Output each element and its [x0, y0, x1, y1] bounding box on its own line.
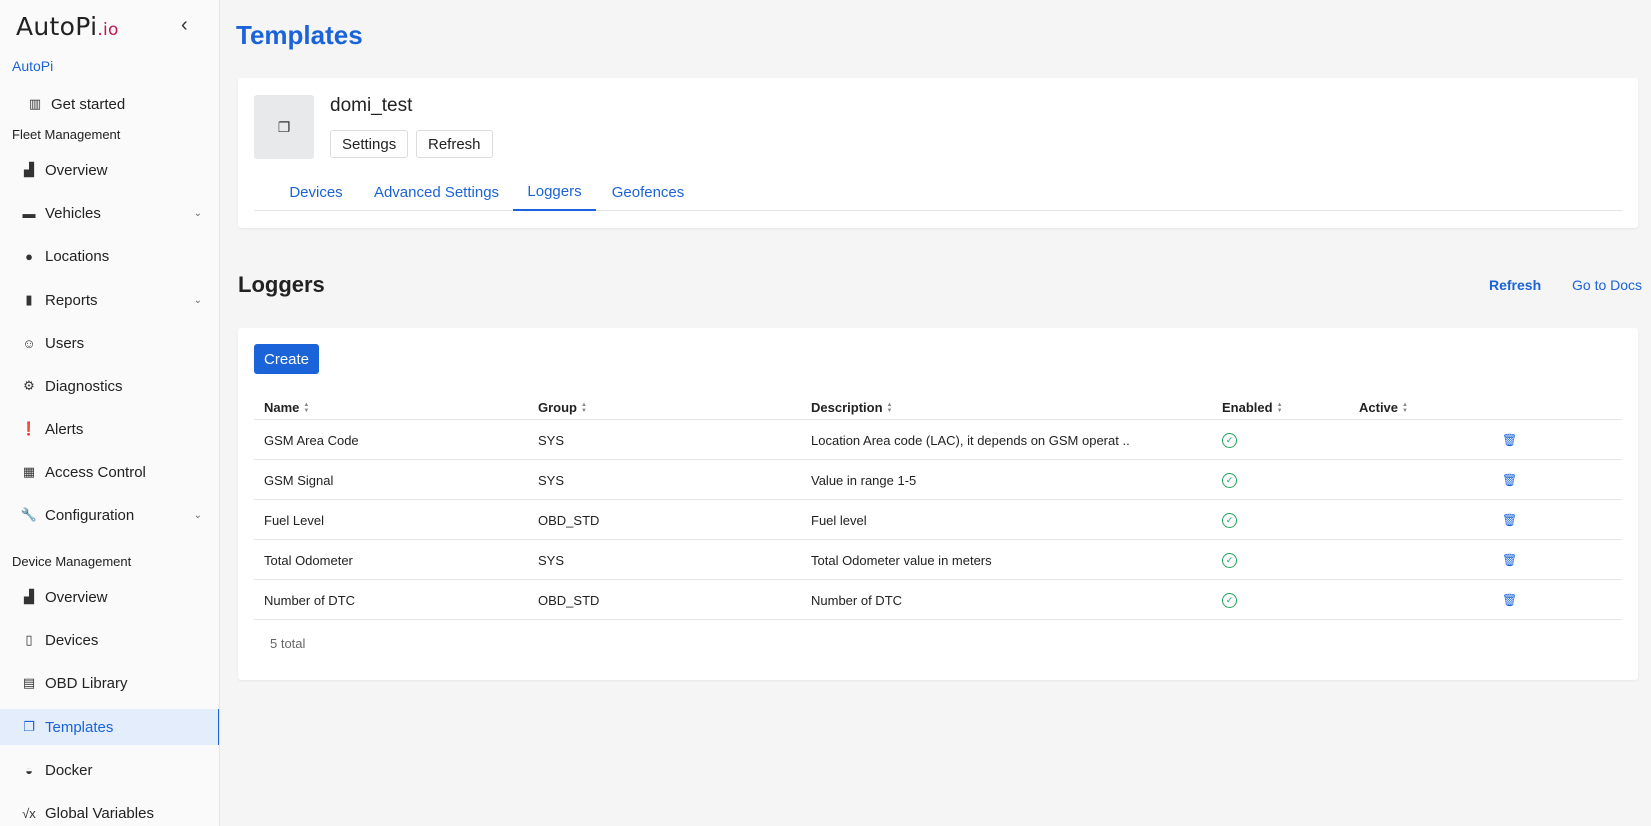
loggers-title: Loggers [238, 272, 325, 297]
sidebar-item-docker[interactable]: ◒ Docker [0, 752, 219, 788]
logger-name: GSM Area Code [264, 432, 359, 448]
table-row: GSM Area Code SYS Location Area code (LA… [254, 420, 1622, 460]
sidebar-item-obd-library[interactable]: ▤ OBD Library [0, 665, 219, 701]
sort-icon: ▲ ▼ [581, 401, 587, 414]
alert-icon: ❗ [20, 421, 38, 436]
column-header-active[interactable]: Active ▲ ▼ [1359, 400, 1408, 415]
docker-icon: ◒ [25, 762, 33, 778]
access-icon: ▦ [22, 464, 36, 479]
logger-name: Total Odometer [264, 552, 353, 568]
tab-devices[interactable]: Devices [276, 174, 356, 211]
logger-description: Value in range 1-5 [811, 472, 917, 488]
chevron-down-icon: ⌄ [193, 509, 202, 521]
sort-icon: ▲ ▼ [886, 401, 893, 414]
logger-group: SYS [538, 472, 565, 488]
table-row: Fuel Level OBD_STD Fuel level ✓ 🗑 [254, 500, 1622, 540]
chart-icon: ▟ [24, 589, 34, 604]
column-header-enabled[interactable]: Enabled ▲ ▼ [1222, 400, 1283, 415]
logger-description: Number of DTC [811, 592, 903, 608]
sidebar-item-configuration[interactable]: 🔧 Configuration ⌄ [0, 497, 219, 533]
sidebar-item-templates[interactable]: ❐ Templates [0, 709, 219, 745]
logo[interactable]: AutoPi.io [16, 12, 119, 41]
sidebar-item-device-overview[interactable]: ▟ Overview [0, 579, 219, 615]
tab-geofences[interactable]: Geofences [604, 174, 692, 211]
fleet-management-label: Fleet Management [12, 127, 121, 142]
variable-icon: √x [22, 805, 36, 821]
logger-group: SYS [538, 432, 565, 448]
loggers-card: Create Name ▲ ▼ Group ▲ ▼ Description ▲ ▼ Enab… [238, 328, 1638, 680]
settings-button[interactable]: Settings [330, 130, 409, 158]
sidebar-item-global-variables[interactable]: √x Global Variables [0, 795, 219, 826]
logger-name: Fuel Level [264, 512, 324, 528]
sidebar-item-locations[interactable]: ● Locations [0, 238, 219, 274]
chart-icon: ▟ [24, 162, 34, 177]
sort-icon: ▲ ▼ [1276, 401, 1283, 414]
logger-group: OBD_STD [538, 512, 600, 528]
tab-loggers[interactable]: Loggers [513, 174, 596, 211]
logger-name: Number of DTC [264, 592, 356, 608]
book-icon: ▤ [22, 675, 36, 690]
organization-link[interactable]: AutoPi [12, 58, 53, 74]
go-to-docs-link[interactable]: Go to Docs [1572, 277, 1642, 293]
chevron-down-icon: ⌄ [193, 294, 202, 306]
users-icon: ☺ [22, 335, 36, 351]
template-name: domi_test [330, 95, 413, 116]
sort-icon: ▲ ▼ [1402, 401, 1408, 414]
logger-group: OBD_STD [538, 592, 600, 608]
enabled-check-icon: ✓ [1222, 580, 1237, 620]
engine-icon: ⚙ [23, 378, 35, 393]
column-header-group[interactable]: Group ▲ ▼ [538, 400, 587, 415]
collapse-sidebar-icon[interactable]: ‹ [181, 14, 188, 37]
sidebar-item-get-started[interactable]: ▥ Get started [0, 86, 219, 122]
file-icon: ▮ [25, 292, 33, 307]
enabled-check-icon: ✓ [1222, 540, 1237, 580]
logger-description: Total Odometer value in meters [811, 552, 992, 568]
sidebar-item-diagnostics[interactable]: ⚙ Diagnostics [0, 368, 219, 404]
delete-icon[interactable]: 🗑 [1502, 500, 1517, 540]
delete-icon[interactable]: 🗑 [1502, 460, 1517, 500]
tab-advanced-settings[interactable]: Advanced Settings [364, 174, 509, 211]
page-title: Templates [236, 20, 363, 50]
total-count: 5 total [270, 636, 306, 651]
delete-icon[interactable]: 🗑 [1502, 540, 1517, 580]
refresh-template-button[interactable]: Refresh [416, 130, 493, 158]
templates-icon: ❐ [23, 719, 35, 734]
device-management-label: Device Management [12, 554, 132, 569]
sidebar-item-fleet-overview[interactable]: ▟ Overview [0, 152, 219, 188]
sidebar-item-vehicles[interactable]: ▬ Vehicles ⌄ [0, 195, 219, 231]
enabled-check-icon: ✓ [1222, 460, 1237, 500]
template-tabs: Devices Advanced Settings Loggers Geofen… [254, 174, 1622, 211]
table-row: Total Odometer SYS Total Odometer value … [254, 540, 1622, 580]
sidebar: AutoPi.io ‹ AutoPi ▥ Get started Fleet M… [0, 0, 220, 826]
column-header-name[interactable]: Name ▲ ▼ [264, 400, 309, 415]
logger-description: Location Area code (LAC), it depends on … [811, 432, 1130, 448]
delete-icon[interactable]: 🗑 [1502, 580, 1517, 620]
template-icon: ❐ [254, 95, 314, 159]
sidebar-item-users[interactable]: ☺ Users [0, 325, 219, 361]
sidebar-item-devices[interactable]: ▯ Devices [0, 622, 219, 658]
enabled-check-icon: ✓ [1222, 420, 1237, 460]
wrench-icon: 🔧 [20, 507, 38, 522]
table-row: GSM Signal SYS Value in range 1-5 ✓ 🗑 [254, 460, 1622, 500]
sidebar-item-reports[interactable]: ▮ Reports ⌄ [0, 282, 219, 318]
column-header-description[interactable]: Description ▲ ▼ [811, 400, 892, 415]
table-row: Number of DTC OBD_STD Number of DTC ✓ 🗑 [254, 580, 1622, 620]
delete-icon[interactable]: 🗑 [1502, 420, 1517, 460]
chevron-down-icon: ⌄ [193, 207, 202, 219]
pin-icon: ● [25, 248, 33, 264]
car-icon: ▬ [22, 205, 36, 221]
refresh-loggers-button[interactable]: Refresh [1489, 277, 1541, 293]
enabled-check-icon: ✓ [1222, 500, 1237, 540]
template-header-card: ❐ domi_test Settings Refresh Devices Adv… [238, 78, 1638, 228]
create-logger-button[interactable]: Create [254, 344, 320, 374]
sidebar-item-access-control[interactable]: ▦ Access Control [0, 454, 219, 490]
sidebar-item-alerts[interactable]: ❗ Alerts [0, 411, 219, 447]
sort-icon: ▲ ▼ [303, 401, 310, 414]
book-open-icon: ▥ [28, 96, 42, 111]
logger-description: Fuel level [811, 512, 867, 528]
logger-name: GSM Signal [264, 472, 334, 488]
devices-icon: ▯ [25, 632, 33, 647]
logger-group: SYS [538, 552, 565, 568]
